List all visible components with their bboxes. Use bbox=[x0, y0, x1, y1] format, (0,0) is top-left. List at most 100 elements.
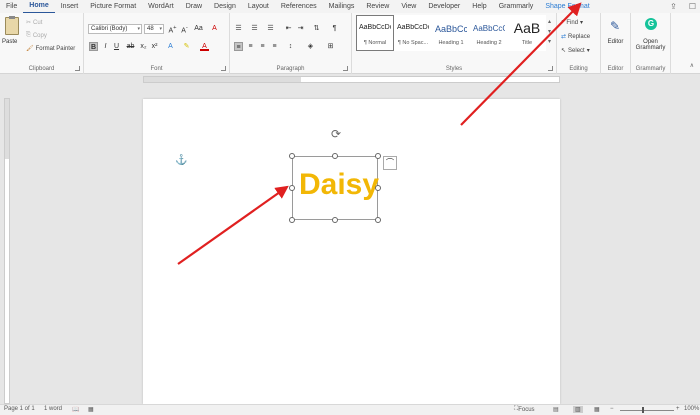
editor-icon[interactable]: ✎ bbox=[610, 19, 620, 33]
paste-icon[interactable] bbox=[5, 16, 19, 35]
horizontal-ruler bbox=[0, 74, 700, 84]
resize-handle-top-right[interactable] bbox=[375, 153, 381, 159]
grammarly-icon[interactable]: G bbox=[645, 18, 657, 30]
focus-button[interactable]: ⛶ Focus bbox=[514, 406, 535, 413]
tab-developer[interactable]: Developer bbox=[422, 0, 466, 13]
tab-layout[interactable]: Layout bbox=[242, 0, 275, 13]
open-grammarly-button[interactable]: Open Grammarly bbox=[631, 39, 670, 51]
zoom-level[interactable]: 100% bbox=[684, 406, 699, 412]
resize-handle-top[interactable] bbox=[332, 153, 338, 159]
line-spacing-icon[interactable]: ↕ bbox=[286, 42, 295, 51]
sort-icon[interactable]: ⇅ bbox=[312, 24, 321, 33]
resize-handle-bottom[interactable] bbox=[332, 217, 338, 223]
tab-grammarly[interactable]: Grammarly bbox=[493, 0, 540, 13]
tab-design[interactable]: Design bbox=[208, 0, 242, 13]
font-size-combo[interactable]: 48 ▾ bbox=[144, 24, 164, 34]
accessibility-icon[interactable]: ▦ bbox=[88, 406, 94, 413]
font-color-icon[interactable]: A bbox=[200, 42, 209, 51]
page-count[interactable]: Page 1 of 1 bbox=[4, 406, 35, 412]
style-heading-1[interactable]: AaBbCc Heading 1 bbox=[432, 15, 470, 51]
numbering-icon[interactable]: ☰ bbox=[250, 24, 259, 33]
tab-shape-format[interactable]: Shape Format bbox=[539, 0, 595, 13]
superscript-button[interactable]: x² bbox=[150, 42, 159, 51]
styles-launcher-icon[interactable] bbox=[548, 66, 553, 71]
clipboard-launcher-icon[interactable] bbox=[75, 66, 80, 71]
resize-handle-left[interactable] bbox=[289, 185, 295, 191]
tab-view[interactable]: View bbox=[395, 0, 422, 13]
pilcrow-icon[interactable]: ¶ bbox=[330, 24, 339, 33]
resize-handle-top-left[interactable] bbox=[289, 153, 295, 159]
zoom-slider[interactable] bbox=[620, 410, 674, 411]
print-layout-icon[interactable]: ▥ bbox=[573, 406, 583, 413]
comments-icon[interactable]: ☐ bbox=[689, 2, 696, 11]
italic-button[interactable]: I bbox=[101, 42, 110, 51]
styles-scroll[interactable]: ▴ ▾ ▾ bbox=[548, 17, 551, 47]
align-left-icon[interactable]: ≡ bbox=[234, 42, 243, 51]
subscript-button[interactable]: x₂ bbox=[139, 42, 148, 51]
share-icon[interactable]: ⇪ bbox=[670, 2, 677, 11]
style-heading-2[interactable]: AaBbCcC Heading 2 bbox=[470, 15, 508, 51]
text-box[interactable]: Daisy bbox=[292, 156, 379, 220]
tab-wordart[interactable]: WordArt bbox=[142, 0, 180, 13]
tab-draw[interactable]: Draw bbox=[180, 0, 208, 13]
font-launcher-icon[interactable] bbox=[221, 66, 226, 71]
copy-button[interactable]: ⎘ Copy bbox=[26, 32, 47, 39]
font-name-combo[interactable]: Calibri (Body) ▾ bbox=[88, 24, 142, 34]
select-button[interactable]: ↖ Select ▾ bbox=[561, 47, 590, 55]
borders-icon[interactable]: ⊞ bbox=[326, 42, 335, 51]
read-mode-icon[interactable]: ▤ bbox=[553, 406, 559, 413]
replace-button[interactable]: ⇄ Replace bbox=[561, 33, 590, 41]
highlight-icon[interactable]: ✎ bbox=[182, 42, 191, 51]
tab-file[interactable]: File bbox=[0, 0, 23, 13]
style-no-spacing[interactable]: AaBbCcDc ¶ No Spac... bbox=[394, 15, 432, 51]
text-effects-icon[interactable]: A bbox=[166, 42, 175, 51]
increase-indent-icon[interactable]: ⇥ bbox=[296, 24, 305, 33]
proofing-icon[interactable]: 📖 bbox=[72, 406, 79, 413]
ruler-bar[interactable] bbox=[143, 76, 560, 83]
justify-icon[interactable]: ≡ bbox=[270, 42, 279, 51]
strikethrough-button[interactable]: ab bbox=[126, 42, 135, 51]
bold-button[interactable]: B bbox=[89, 42, 98, 51]
resize-handle-bottom-right[interactable] bbox=[375, 217, 381, 223]
resize-handle-bottom-left[interactable] bbox=[289, 217, 295, 223]
decrease-indent-icon[interactable]: ⇤ bbox=[284, 24, 293, 33]
underline-button[interactable]: U bbox=[112, 42, 121, 51]
resize-handle-right[interactable] bbox=[375, 185, 381, 191]
tab-insert[interactable]: Insert bbox=[55, 0, 85, 13]
paste-button[interactable]: Paste bbox=[2, 39, 17, 45]
zoom-in-icon[interactable]: + bbox=[676, 406, 680, 412]
style-title[interactable]: AaB Title bbox=[508, 15, 546, 51]
bullets-icon[interactable]: ☰ bbox=[234, 24, 243, 33]
grow-font-icon[interactable]: A+ bbox=[168, 24, 177, 34]
layout-options-icon[interactable]: ⌒ bbox=[383, 156, 397, 170]
paragraph-launcher-icon[interactable] bbox=[343, 66, 348, 71]
find-button[interactable]: ⌕ Find ▾ bbox=[561, 19, 583, 26]
zoom-slider-thumb[interactable] bbox=[642, 407, 644, 413]
shading-icon[interactable]: ◈ bbox=[306, 42, 315, 51]
tab-mailings[interactable]: Mailings bbox=[323, 0, 361, 13]
change-case-icon[interactable]: Aa bbox=[194, 24, 203, 33]
editor-button[interactable]: Editor bbox=[601, 39, 630, 45]
tab-review[interactable]: Review bbox=[360, 0, 395, 13]
tab-home[interactable]: Home bbox=[23, 0, 55, 14]
multilevel-list-icon[interactable]: ☰ bbox=[266, 24, 275, 33]
zoom-out-icon[interactable]: − bbox=[610, 406, 614, 412]
rotate-handle-icon[interactable]: ⟳ bbox=[331, 127, 341, 141]
word-count[interactable]: 1 word bbox=[44, 406, 62, 412]
tab-picture-format[interactable]: Picture Format bbox=[84, 0, 142, 13]
align-center-icon[interactable]: ≡ bbox=[246, 42, 255, 51]
tab-help[interactable]: Help bbox=[466, 0, 492, 13]
clear-format-icon[interactable]: A bbox=[210, 24, 219, 33]
collapse-ribbon-icon[interactable]: ∧ bbox=[690, 62, 694, 69]
web-layout-icon[interactable]: ▦ bbox=[594, 406, 600, 413]
document-page[interactable]: ⚓ ⟳ Daisy ⌒ bbox=[143, 99, 560, 404]
style-normal[interactable]: AaBbCcDc ¶ Normal bbox=[356, 15, 394, 51]
align-right-icon[interactable]: ≡ bbox=[258, 42, 267, 51]
format-painter-button[interactable]: 🖌 Format Painter bbox=[26, 45, 75, 53]
shrink-font-icon[interactable]: A- bbox=[180, 24, 189, 34]
status-bar: Page 1 of 1 1 word 📖 ▦ ⛶ Focus ▤ ▥ ▦ − +… bbox=[0, 404, 700, 415]
cut-button[interactable]: ✂ Cut bbox=[26, 19, 42, 27]
anchor-icon[interactable]: ⚓ bbox=[175, 155, 187, 166]
tab-references[interactable]: References bbox=[275, 0, 323, 13]
daisy-text[interactable]: Daisy bbox=[299, 168, 379, 202]
